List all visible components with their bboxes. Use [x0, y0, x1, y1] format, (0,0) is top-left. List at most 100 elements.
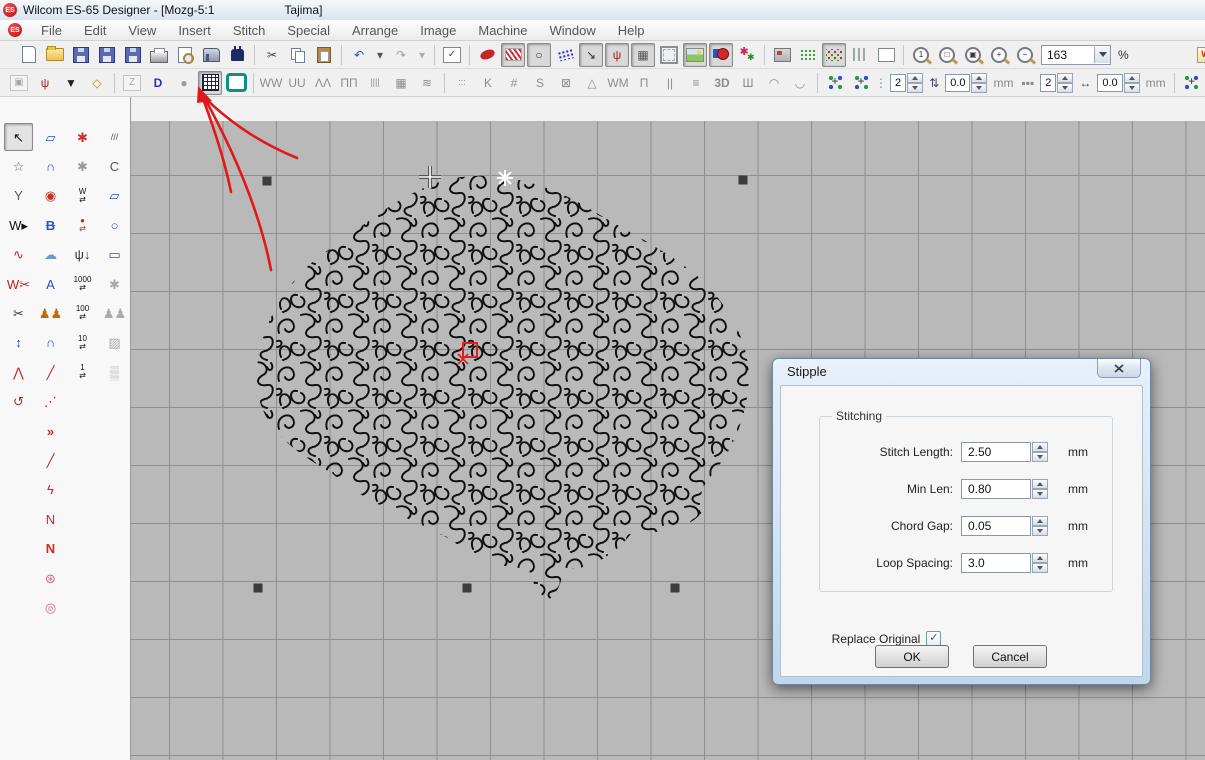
zoom-box[interactable]: □	[935, 43, 959, 67]
motif-run[interactable]	[553, 43, 577, 67]
save-to-machine[interactable]	[95, 43, 119, 67]
node-edit-tool[interactable]: Y	[4, 182, 33, 210]
outline-design[interactable]: D	[146, 71, 170, 95]
undo-list[interactable]: ▾	[373, 43, 387, 67]
menu-image[interactable]: Image	[409, 22, 467, 39]
stitch-spacing[interactable]: 0.0	[945, 73, 987, 93]
ok-button[interactable]: OK	[875, 645, 949, 668]
outline-stitch-type[interactable]: ○	[527, 43, 551, 67]
stitch-spacing-spin-down[interactable]	[971, 83, 987, 93]
remove-overlaps[interactable]: B	[36, 211, 65, 239]
show-bitmap[interactable]	[770, 43, 794, 67]
stitch-length[interactable]: 0.0	[1097, 73, 1139, 93]
slant-lines-tool[interactable]: ///	[100, 123, 129, 151]
show-needle-points[interactable]: ψ	[605, 43, 629, 67]
zoom-level-combo[interactable]: 163	[1041, 45, 1111, 65]
mirror-merge-vertical[interactable]	[849, 71, 873, 95]
stitch-count[interactable]: 2	[1040, 73, 1073, 93]
min-len-spin-down[interactable]	[1032, 489, 1048, 499]
arc-tool[interactable]: C	[100, 152, 129, 180]
menu-window[interactable]: Window	[539, 22, 607, 39]
lettering-tool[interactable]: A	[36, 270, 65, 298]
wheel-tool[interactable]: ◎	[36, 593, 65, 621]
stitch-length-value[interactable]: 0.0	[1097, 74, 1122, 92]
zoom-to-fit[interactable]: ▣	[961, 43, 985, 67]
scale-1000[interactable]: 1000 ⇄	[68, 270, 97, 298]
motif-tulip[interactable]	[735, 43, 759, 67]
loop-spacing-spin-down[interactable]	[1032, 563, 1048, 573]
print[interactable]	[147, 43, 171, 67]
cancel-button[interactable]: Cancel	[973, 645, 1047, 668]
replace-original-checkbox[interactable]: ✓	[926, 631, 941, 646]
show-hoop[interactable]	[657, 43, 681, 67]
offset-object[interactable]	[224, 71, 248, 95]
menu-machine[interactable]: Machine	[467, 22, 538, 39]
satin-stitch-type[interactable]	[475, 43, 499, 67]
flower-fill-tool[interactable]: ✱	[68, 123, 97, 151]
stipple-texture-gray[interactable]: ▒	[100, 358, 129, 386]
arc-reshape[interactable]: ∩	[36, 329, 65, 357]
send-to-machine[interactable]	[199, 43, 223, 67]
cut[interactable]: ✂	[260, 43, 284, 67]
bead-chain-tool[interactable]: ⋰	[36, 388, 65, 416]
auto-start-end[interactable]: ψ	[33, 71, 57, 95]
stipple-run[interactable]	[198, 71, 222, 95]
show-background[interactable]	[683, 43, 707, 67]
circle-object[interactable]: ●	[172, 71, 196, 95]
scale-100[interactable]: 100 ⇄	[68, 299, 97, 327]
stitch-length-input[interactable]: 2.50	[961, 442, 1031, 462]
loop-spacing-input[interactable]: 3.0	[961, 553, 1031, 573]
min-len-input[interactable]: 0.80	[961, 479, 1031, 499]
reshape-dome[interactable]: ∩	[36, 152, 65, 180]
menu-arrange[interactable]: Arrange	[341, 22, 409, 39]
insert-machine-file[interactable]: W	[1194, 43, 1205, 67]
loop-spacing-spin-up[interactable]	[1032, 553, 1048, 563]
menu-help[interactable]: Help	[607, 22, 656, 39]
triple-arrow-tool[interactable]: »	[36, 417, 65, 445]
chord-gap-spin-up[interactable]	[1032, 516, 1048, 526]
object-properties[interactable]: ✓	[440, 43, 464, 67]
cut-zigzag[interactable]: W✂	[4, 270, 33, 298]
scale-1[interactable]: 1 ⇄	[68, 358, 97, 386]
stitch-spacing-value[interactable]: 0.0	[945, 74, 970, 92]
scale-10[interactable]: 10 ⇄	[68, 329, 97, 357]
mirror-people-tool[interactable]: ♟♟	[36, 299, 65, 327]
zigzag-run-tool[interactable]: ϟ	[36, 476, 65, 504]
stitch-count-spin-up[interactable]	[1057, 73, 1073, 83]
menu-file[interactable]: File	[30, 22, 73, 39]
people-gray[interactable]: ♟♟	[100, 299, 129, 327]
zigzag-spacing[interactable]: W ⇄	[68, 182, 97, 210]
chevron-down-icon[interactable]	[1094, 47, 1110, 63]
stitch-count-spin-down[interactable]	[1057, 83, 1073, 93]
show-grid[interactable]: ▦	[631, 43, 655, 67]
closest-join[interactable]: ◉	[36, 182, 65, 210]
cut-tool[interactable]: ✂	[4, 299, 33, 327]
stretch-tool[interactable]: ↕	[4, 329, 33, 357]
select-tool[interactable]: ↖	[4, 123, 33, 151]
toolbar-handle[interactable]: ⋮	[875, 71, 887, 95]
stitch-angle-tool[interactable]: ∿	[4, 241, 33, 269]
stitch-player[interactable]	[225, 43, 249, 67]
run-stitch-tool[interactable]: ╱	[36, 446, 65, 474]
circle-star-tool[interactable]: ⊛	[36, 564, 65, 592]
stitch-length-spin-down[interactable]	[1032, 452, 1048, 462]
design-worksheet[interactable]	[874, 43, 898, 67]
shape-tool[interactable]: ▱	[100, 182, 129, 210]
mirror-merge-horizontal[interactable]	[823, 71, 847, 95]
zoom-level-value[interactable]: 163	[1042, 48, 1094, 62]
flower-outline-tool[interactable]: ✱	[68, 152, 97, 180]
penetration-point[interactable]: ▼	[59, 71, 83, 95]
paste[interactable]	[312, 43, 336, 67]
print-preview[interactable]	[173, 43, 197, 67]
zoom-in[interactable]: +	[987, 43, 1011, 67]
fill-stitch-type[interactable]	[501, 43, 525, 67]
measure-tool[interactable]: ↘	[579, 43, 603, 67]
show-stitches[interactable]	[796, 43, 820, 67]
stitch-count-value[interactable]: 2	[1040, 74, 1056, 92]
polygon-select[interactable]: ☆	[4, 152, 33, 180]
fan-stitch-tool[interactable]: ⋀	[4, 358, 33, 386]
min-len-spin-up[interactable]	[1032, 479, 1048, 489]
underlay-count-value[interactable]: 2	[890, 74, 906, 92]
reference-points[interactable]: ◇	[85, 71, 109, 95]
read-from-machine[interactable]	[121, 43, 145, 67]
